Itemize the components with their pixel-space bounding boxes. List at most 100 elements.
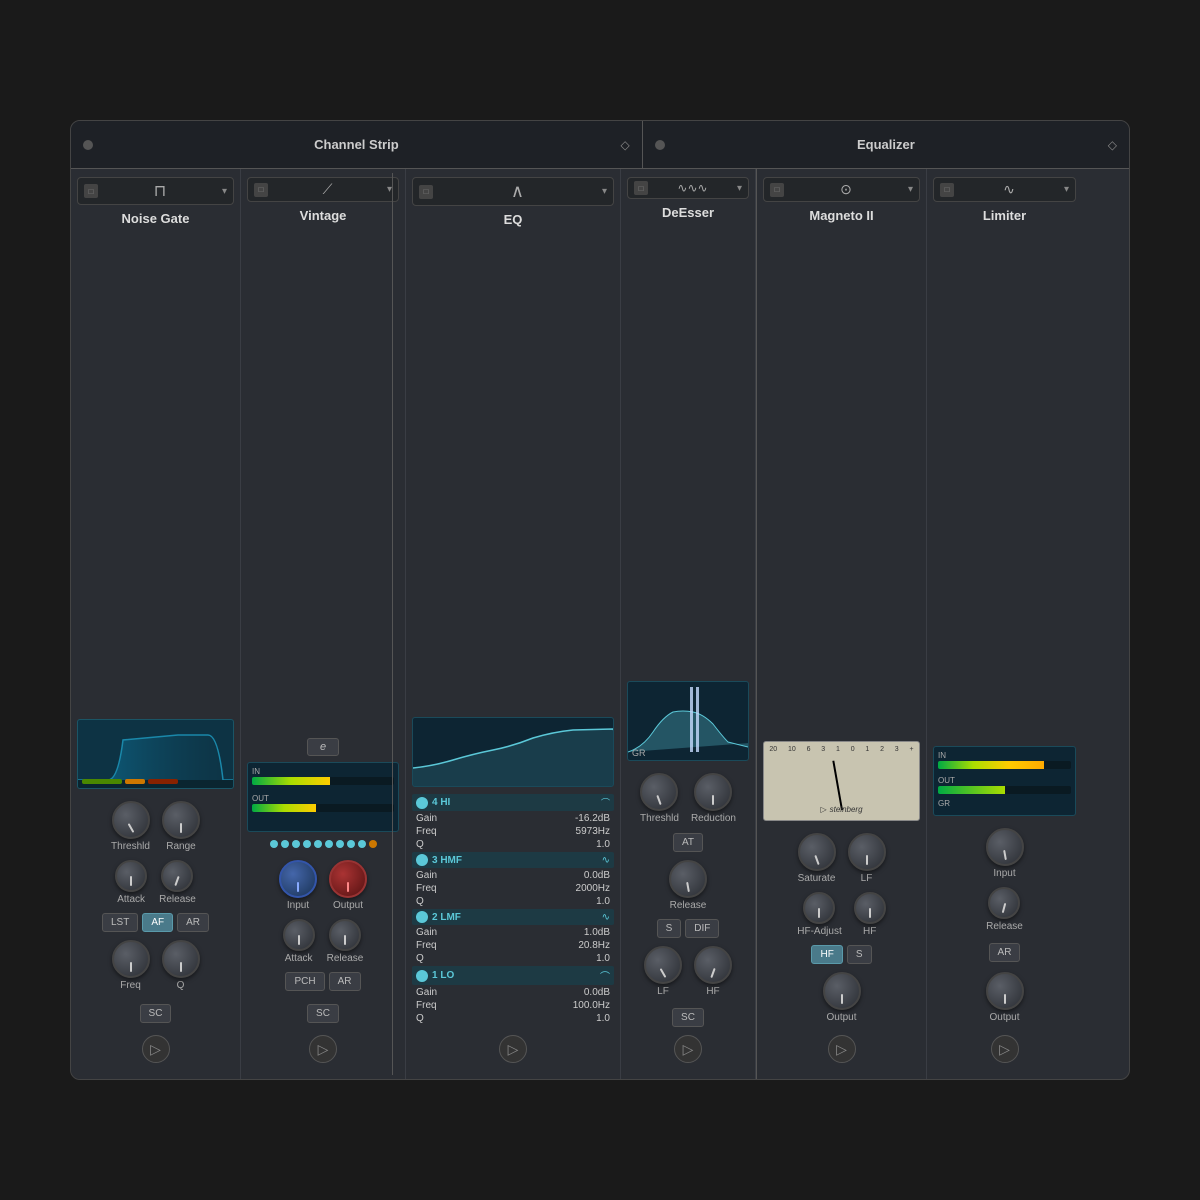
eq-band1-gain-label: Gain — [416, 987, 437, 998]
limiter-output-label: Output — [989, 1012, 1019, 1023]
eq-band2-gain-row: Gain 1.0dB — [412, 926, 614, 939]
eq-band1-toggle[interactable] — [416, 970, 428, 982]
channel-strip-title: Channel Strip — [314, 137, 399, 152]
range-knob[interactable] — [162, 801, 200, 839]
magneto-module: □ ⊙ ▾ Magneto II 20106310123+ ▷ steinber… — [757, 169, 927, 1079]
deesser-btns-row: S DIF — [657, 919, 720, 938]
limiter-power-button[interactable]: ▷ — [991, 1035, 1019, 1063]
deesser-release-label: Release — [670, 900, 707, 911]
vintage-pch-button[interactable]: PCH — [285, 972, 324, 991]
magneto-dropdown[interactable]: ▾ — [908, 184, 913, 195]
magneto-lf-label: LF — [861, 873, 873, 884]
magneto-power-row: ▷ — [828, 1027, 856, 1063]
eq-band1-curve: ⌒ — [600, 968, 610, 983]
deesser-icon-box: □ — [634, 181, 648, 195]
magneto-output-knob-container: Output — [823, 972, 861, 1023]
deesser-dropdown[interactable]: ▾ — [737, 183, 742, 194]
gate-sc-button[interactable]: SC — [140, 1004, 172, 1023]
limiter-input-knob[interactable] — [986, 828, 1024, 866]
gate-sc-container: SC — [140, 1003, 172, 1023]
deesser-dif-button[interactable]: DIF — [685, 919, 719, 938]
gate-release-knob[interactable] — [161, 860, 193, 892]
vintage-name: Vintage — [300, 208, 347, 734]
eq-band2-q-label: Q — [416, 953, 424, 964]
limiter-in-label: IN — [938, 751, 1071, 760]
limiter-ar-button[interactable]: AR — [989, 943, 1021, 962]
eq-band3-freq-value: 2000Hz — [576, 883, 610, 894]
magneto-hf-label: HF — [863, 926, 876, 937]
vintage-module: □ ⟋ ▾ Vintage e IN OUT — [241, 169, 406, 1079]
magneto-name: Magneto II — [809, 208, 873, 735]
eq-band2-toggle[interactable] — [416, 911, 428, 923]
deesser-hf-knob[interactable] — [694, 946, 732, 984]
magneto-hf-knob-container: HF — [854, 892, 886, 937]
vintage-power-button[interactable]: ▷ — [309, 1035, 337, 1063]
eq-dropdown[interactable]: ▾ — [602, 186, 607, 197]
eq-band3-toggle[interactable] — [416, 854, 428, 866]
vintage-sc-button[interactable]: SC — [307, 1004, 339, 1023]
vintage-release-knob[interactable] — [329, 919, 361, 951]
gate-freq-knob[interactable] — [112, 940, 150, 978]
magneto-saturate-knob[interactable] — [798, 833, 836, 871]
eq-band4-freq-row: Freq 5973Hz — [412, 825, 614, 838]
eq-band1-freq-value: 100.0Hz — [573, 1000, 610, 1011]
gate-power-button[interactable]: ▷ — [142, 1035, 170, 1063]
vintage-output-knob[interactable] — [329, 860, 367, 898]
magneto-hf-knob[interactable] — [854, 892, 886, 924]
gate-lst-button[interactable]: LST — [102, 913, 138, 932]
dot-3 — [292, 840, 300, 848]
deesser-sc-button[interactable]: SC — [672, 1008, 704, 1027]
deesser-s-button[interactable]: S — [657, 919, 682, 938]
deesser-power-button[interactable]: ▷ — [674, 1035, 702, 1063]
limiter-name: Limiter — [983, 208, 1026, 740]
vintage-input-knob[interactable] — [279, 860, 317, 898]
gate-release-label: Release — [159, 894, 196, 905]
deesser-release-knob[interactable] — [669, 860, 707, 898]
magneto-lf-knob[interactable] — [848, 833, 886, 871]
magneto-power-button[interactable]: ▷ — [828, 1035, 856, 1063]
limiter-dropdown[interactable]: ▾ — [1064, 184, 1069, 195]
gate-attack-knob[interactable] — [115, 860, 147, 892]
eq-band3-q-row: Q 1.0 — [412, 895, 614, 908]
magneto-s-button[interactable]: S — [847, 945, 872, 964]
deesser-threshld-knob[interactable] — [640, 773, 678, 811]
eq-band2-gain-value: 1.0dB — [584, 927, 610, 938]
magneto-hfadjust-knob[interactable] — [803, 892, 835, 924]
deesser-lf-knob[interactable] — [644, 946, 682, 984]
plugin-container: Channel Strip ◇ Equalizer ◇ □ ⊓ ▾ Noise … — [70, 120, 1130, 1080]
vintage-e-button[interactable]: e — [307, 738, 339, 756]
limiter-release-knob[interactable] — [988, 887, 1020, 919]
vintage-btns-row: PCH AR — [285, 972, 360, 991]
eq-band4-gain-row: Gain -16.2dB — [412, 812, 614, 825]
eq-band2-freq-row: Freq 20.8Hz — [412, 939, 614, 952]
magneto-hf-button[interactable]: HF — [811, 945, 842, 964]
eq-band4-toggle[interactable] — [416, 797, 428, 809]
eq-band3-freq-label: Freq — [416, 883, 437, 894]
vintage-knobs-row2: Attack Release — [279, 915, 368, 968]
magneto-output-knob[interactable] — [823, 972, 861, 1010]
magneto-knobs-row1: Saturate LF — [794, 829, 890, 888]
deesser-name: DeEsser — [662, 205, 714, 675]
limiter-input-label: Input — [993, 868, 1015, 879]
deesser-at-button[interactable]: AT — [673, 833, 703, 852]
magneto-hfadjust-label: HF-Adjust — [797, 926, 841, 937]
limiter-output-knob[interactable] — [986, 972, 1024, 1010]
noise-gate-display — [77, 719, 234, 789]
deesser-reduction-knob[interactable] — [694, 773, 732, 811]
vintage-release-knob-container: Release — [327, 919, 364, 964]
threshold-knob[interactable] — [112, 801, 150, 839]
vintage-ar-button[interactable]: AR — [329, 972, 361, 991]
range-label: Range — [166, 841, 195, 852]
gate-ar-button[interactable]: AR — [177, 913, 209, 932]
magneto-lf-knob-container: LF — [848, 833, 886, 884]
vintage-output-knob-container: Output — [329, 860, 367, 911]
magneto-output-label: Output — [826, 1012, 856, 1023]
eq-power-button[interactable]: ▷ — [499, 1035, 527, 1063]
vintage-level-dots — [270, 840, 377, 848]
gate-af-button[interactable]: AF — [142, 913, 173, 932]
vintage-attack-knob[interactable] — [283, 919, 315, 951]
noise-gate-dropdown[interactable]: ▾ — [222, 186, 227, 197]
deesser-reduction-knob-container: Reduction — [691, 773, 736, 824]
gate-q-knob[interactable] — [162, 940, 200, 978]
gate-attack-label: Attack — [117, 894, 145, 905]
